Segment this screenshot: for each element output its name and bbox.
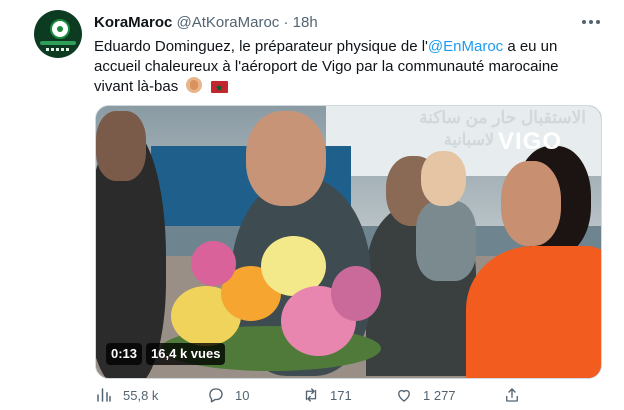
person-figure <box>421 151 466 206</box>
like-button[interactable]: 1 277 <box>395 386 456 404</box>
reply-count: 10 <box>235 387 250 403</box>
video-overlay-vigo: VIGO <box>498 128 563 155</box>
heart-icon <box>398 389 410 402</box>
morocco-flag-emoji-icon <box>210 79 228 99</box>
person-figure <box>501 161 561 246</box>
tweet-text-part1: Eduardo Dominguez, le préparateur physiq… <box>94 38 428 55</box>
display-name[interactable]: KoraMaroc <box>94 14 172 31</box>
tweet-text: Eduardo Dominguez, le préparateur physiq… <box>94 37 594 99</box>
retweet-arrows-icon <box>305 388 317 402</box>
user-handle[interactable]: @AtKoraMaroc <box>177 14 280 31</box>
clapping-hands-emoji-icon <box>186 77 203 93</box>
tweet-actions: 55,8 k 10 171 1 277 <box>95 386 600 410</box>
video-player[interactable]: الاستقبال حار من ساكنة لاسبانية VIGO 0:1… <box>95 105 602 379</box>
views-count: 55,8 k <box>123 387 159 403</box>
bar-chart-icon <box>97 388 111 402</box>
person-figure <box>246 111 326 206</box>
video-overlay-arabic-line1: الاستقبال حار من ساكنة <box>419 108 586 127</box>
retweet-count: 171 <box>330 387 352 403</box>
soccer-ball-logo-icon <box>50 19 70 39</box>
views-button[interactable]: 55,8 k <box>95 386 158 404</box>
reply-button[interactable]: 10 <box>207 386 249 404</box>
tweet-header: KoraMaroc @AtKoraMaroc · 18h <box>94 14 318 31</box>
person-figure <box>416 201 476 281</box>
logo-text-bar <box>40 41 76 45</box>
tweet-time[interactable]: 18h <box>293 14 318 31</box>
logo-dots <box>46 48 70 51</box>
person-figure <box>96 111 146 181</box>
tweet-card[interactable]: KoraMaroc @AtKoraMaroc · 18h Eduardo Dom… <box>0 0 624 410</box>
share-upload-icon <box>506 388 518 402</box>
speech-bubble-icon <box>209 388 223 403</box>
share-button[interactable] <box>503 386 521 404</box>
separator-dot: · <box>283 14 289 31</box>
person-figure <box>466 246 601 378</box>
like-count: 1 277 <box>423 387 456 403</box>
video-overlay-arabic-line2: لاسبانية <box>443 132 494 149</box>
video-badges: 0:13 16,4 k vues <box>106 343 226 365</box>
more-dots-icon[interactable] <box>578 12 604 32</box>
video-views: 16,4 k vues <box>146 343 226 365</box>
mention-link[interactable]: @EnMaroc <box>428 38 503 55</box>
retweet-button[interactable]: 171 <box>302 386 352 404</box>
video-duration: 0:13 <box>106 343 143 365</box>
avatar[interactable] <box>34 10 82 58</box>
